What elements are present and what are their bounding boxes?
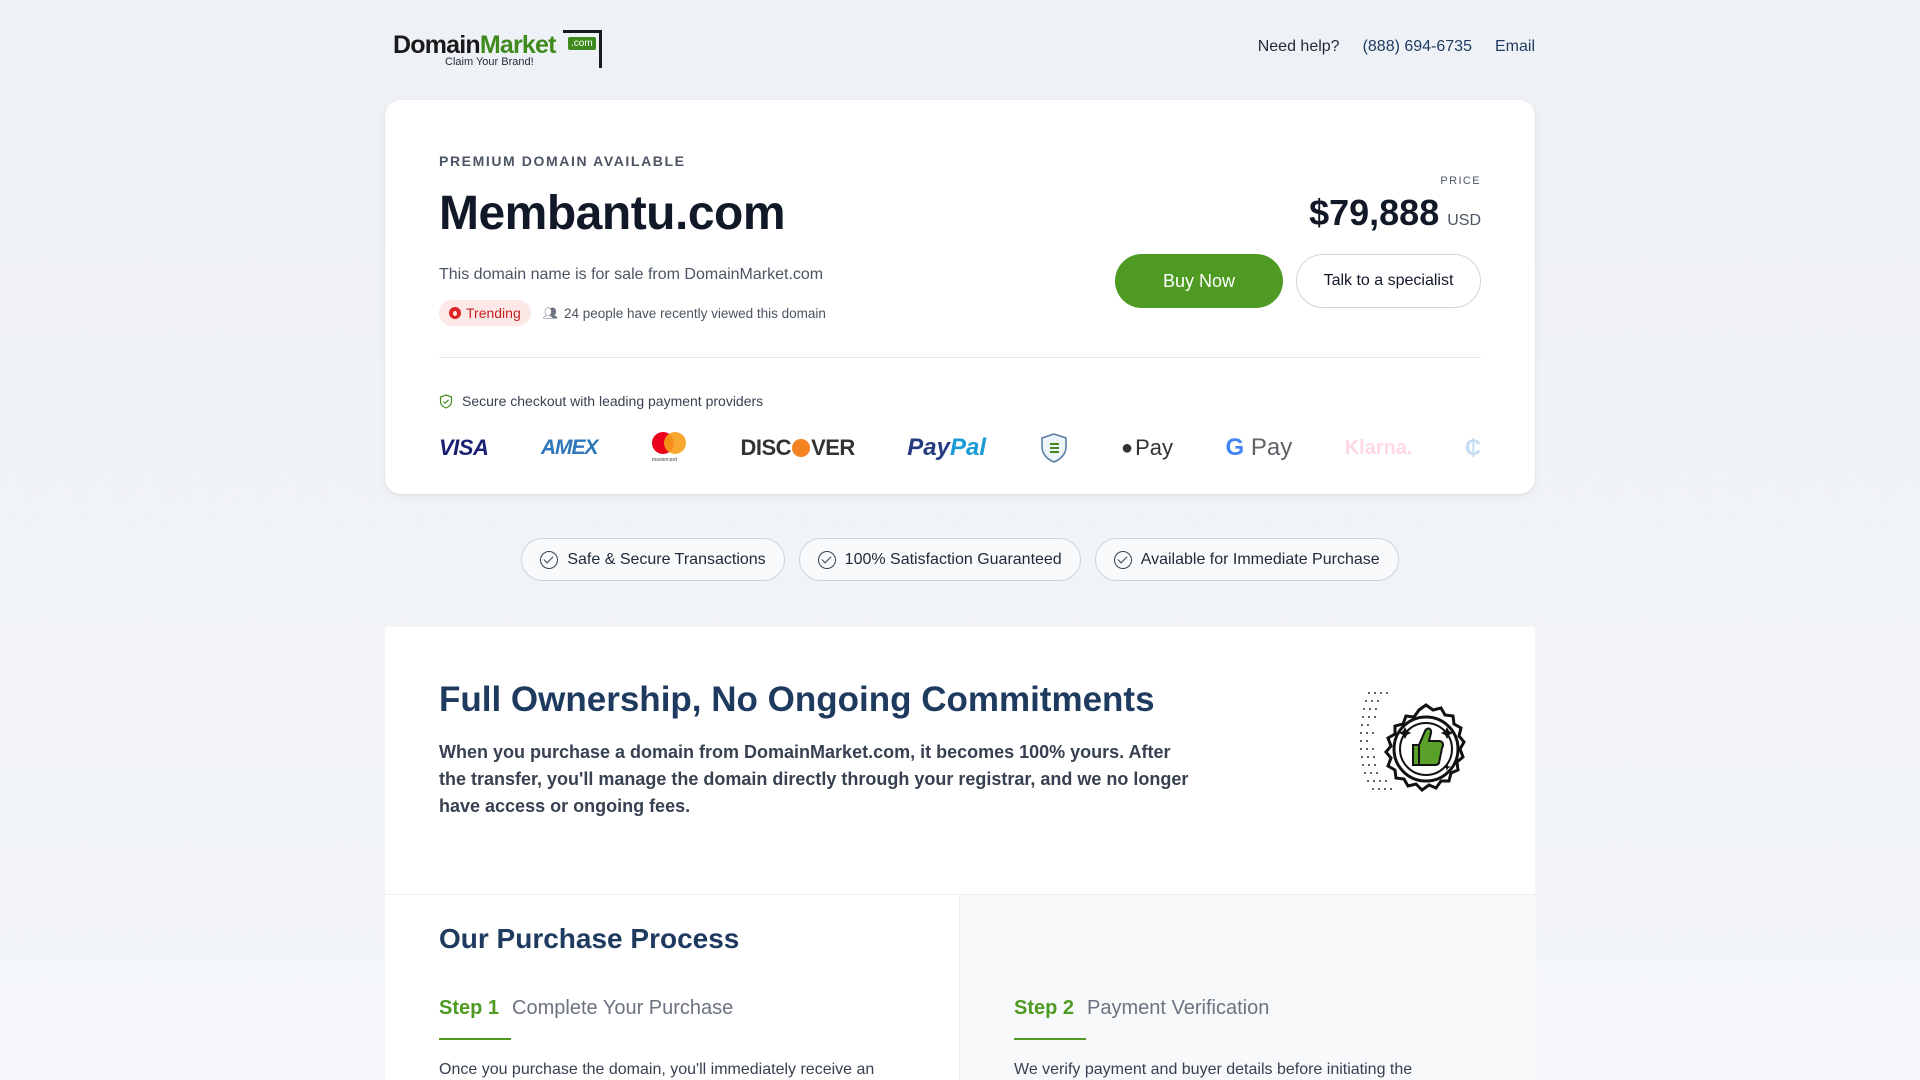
trust-chip-secure: Safe & Secure Transactions [521, 538, 785, 581]
step-2-number: Step 2 [1014, 997, 1075, 1019]
process-title: Our Purchase Process [439, 923, 740, 954]
amex-logo: AMEX [540, 436, 599, 459]
paypal-logo: Pay Pal [907, 434, 987, 461]
price-value: $79,888 [1309, 192, 1440, 233]
ownership-body: When you purchase a domain from DomainMa… [439, 742, 1189, 816]
logo-sign-post [599, 30, 602, 68]
trust-chip-satisfaction: 100% Satisfaction Guaranteed [798, 538, 1081, 581]
ownership-title: Full Ownership, No Ongoing Commitments [439, 680, 1155, 719]
ownership-section: Full Ownership, No Ongoing Commitments W… [385, 627, 1535, 894]
crypto-logo-partial: ₵ [1464, 435, 1481, 460]
step-1-text: Once you purchase the domain, you'll imm… [439, 1061, 875, 1078]
thumbs-up-seal-icon [1360, 692, 1466, 792]
secure-checkout-line: Secure checkout with leading payment pro… [439, 393, 763, 409]
email-link[interactable]: Email [1495, 38, 1535, 56]
trend-row: Trending 👥︎ 24 people have recently view… [439, 300, 826, 326]
trust-chip-immediate: Available for Immediate Purchase [1094, 538, 1399, 581]
check-circle-icon [817, 550, 836, 569]
apple-icon: ● [1121, 436, 1134, 459]
step-2-text: We verify payment and buyer details befo… [1014, 1061, 1413, 1078]
site-header: DomainMarket .com Claim Your Brand! Need… [385, 22, 1535, 72]
listing-card: PREMIUM DOMAIN AVAILABLE Membantu.com Th… [385, 100, 1535, 494]
purchase-process-section: Our Purchase Process Step 1 Complete You… [385, 894, 1535, 1080]
need-help-label: Need help? [1257, 38, 1340, 55]
step-2-heading: Step 2 Payment Verification [1014, 997, 1269, 1020]
visa-logo: VISA [439, 435, 489, 460]
discover-logo: DISC VER [740, 435, 856, 460]
fire-icon [449, 307, 461, 319]
process-right-panel [959, 895, 1535, 1080]
chip-label: 100% Satisfaction Guaranteed [844, 550, 1062, 568]
talk-to-specialist-button[interactable]: Talk to a specialist [1296, 254, 1481, 308]
price-currency: USD [1447, 212, 1481, 229]
logo-com-badge: .com [568, 37, 596, 50]
domainmarket-logo[interactable]: DomainMarket .com Claim Your Brand! [385, 23, 605, 71]
step-1-number: Step 1 [439, 997, 500, 1019]
header-nav: Need help? (888) 694-6735 Email [1258, 38, 1535, 56]
for-sale-text: This domain name is for sale from Domain… [439, 266, 824, 283]
phone-link[interactable]: (888) 694-6735 [1363, 38, 1472, 56]
apple-pay-logo: ● Pay [1121, 435, 1174, 460]
klarna-logo: Klarna. [1344, 436, 1413, 459]
domain-title: Membantu.com [439, 187, 786, 240]
logo-sign-bar [563, 30, 601, 33]
step-1-heading: Step 1 Complete Your Purchase [439, 997, 733, 1020]
chip-label: Available for Immediate Purchase [1140, 550, 1380, 568]
chip-label: Safe & Secure Transactions [567, 550, 766, 568]
trending-label: Trending [466, 305, 521, 321]
check-circle-icon [1113, 550, 1132, 569]
logo-tagline: Claim Your Brand! [445, 56, 534, 68]
people-icon: 👥︎ [542, 306, 558, 320]
secure-checkout-text: Secure checkout with leading payment pro… [462, 393, 764, 409]
viewers-text: 👥︎ 24 people have recently viewed this d… [543, 306, 826, 321]
buy-now-button[interactable]: Buy Now [1115, 254, 1283, 308]
trending-badge: Trending [439, 300, 531, 326]
step-2-title: Payment Verification [1087, 997, 1270, 1019]
shield-check-icon [439, 393, 453, 409]
card-divider [439, 357, 1481, 358]
step-1-underline [439, 1038, 511, 1040]
trust-chips: Safe & Secure Transactions 100% Satisfac… [0, 538, 1920, 581]
mastercard-logo: mastercard [650, 430, 688, 466]
check-circle-icon [540, 550, 559, 569]
price-label: PRICE [1440, 175, 1481, 187]
step-1-title: Complete Your Purchase [512, 997, 734, 1019]
premium-eyebrow: PREMIUM DOMAIN AVAILABLE [439, 153, 686, 169]
payment-logos: VISA AMEX mastercard DISC VER Pay Pal ● Pay… [439, 425, 1481, 471]
google-pay-logo: G Pay [1225, 434, 1293, 461]
viewers-label: 24 people have recently viewed this doma… [563, 305, 826, 321]
secure-shield-logo [1040, 433, 1067, 463]
step-2-underline [1014, 1038, 1086, 1040]
price-row: $79,888 USD [1309, 192, 1481, 234]
